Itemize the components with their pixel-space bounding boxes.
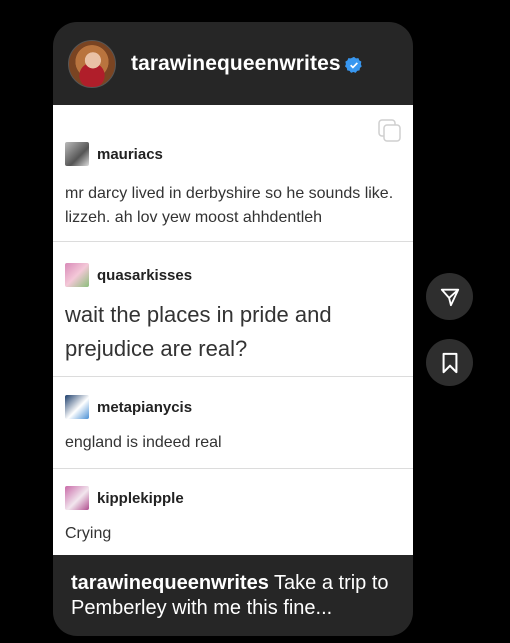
reblog-text: lizzeh. ah lov yew moost ahhdentleh [65, 209, 323, 226]
reblog-username: mauriacs [97, 146, 163, 163]
reblog-avatar [65, 142, 89, 166]
reblog-text: wait the places in pride and [65, 302, 332, 327]
verified-badge-icon [345, 56, 362, 73]
reblog-entry: kipplekipple Crying [53, 468, 413, 555]
reblog-avatar [65, 486, 89, 510]
post-header: tarawinequeenwrites [53, 22, 413, 105]
share-icon [440, 288, 459, 306]
reblog-username: metapianycis [97, 399, 193, 416]
reblog-username: quasarkisses [97, 267, 193, 284]
post-card[interactable]: tarawinequeenwrites mauriacs mr darcy li… [53, 22, 413, 636]
avatar[interactable] [68, 40, 116, 88]
post-caption: tarawinequeenwrites Take a trip to Pembe… [71, 571, 401, 621]
reblog-text: prejudice are real? [65, 336, 248, 361]
reblog-entry: quasarkisses wait the places in pride an… [53, 241, 413, 377]
reblog-text: england is indeed real [65, 434, 222, 451]
reblog-entry: mauriacs mr darcy lived in derbyshire so… [53, 105, 413, 242]
reblog-entry: metapianycis england is indeed real [53, 376, 413, 469]
reblog-text: mr darcy lived in derbyshire so he sound… [65, 185, 394, 202]
post-image[interactable]: mauriacs mr darcy lived in derbyshire so… [53, 105, 413, 555]
reblog-text: Crying [65, 525, 112, 542]
save-button[interactable] [426, 339, 473, 386]
reblog-avatar [65, 263, 89, 287]
username[interactable]: tarawinequeenwrites [131, 52, 341, 76]
reblog-username: kipplekipple [97, 490, 184, 507]
caption-username[interactable]: tarawinequeenwrites [71, 572, 269, 594]
reblog-avatar [65, 395, 89, 419]
bookmark-icon [442, 352, 457, 373]
share-button[interactable] [426, 273, 473, 320]
